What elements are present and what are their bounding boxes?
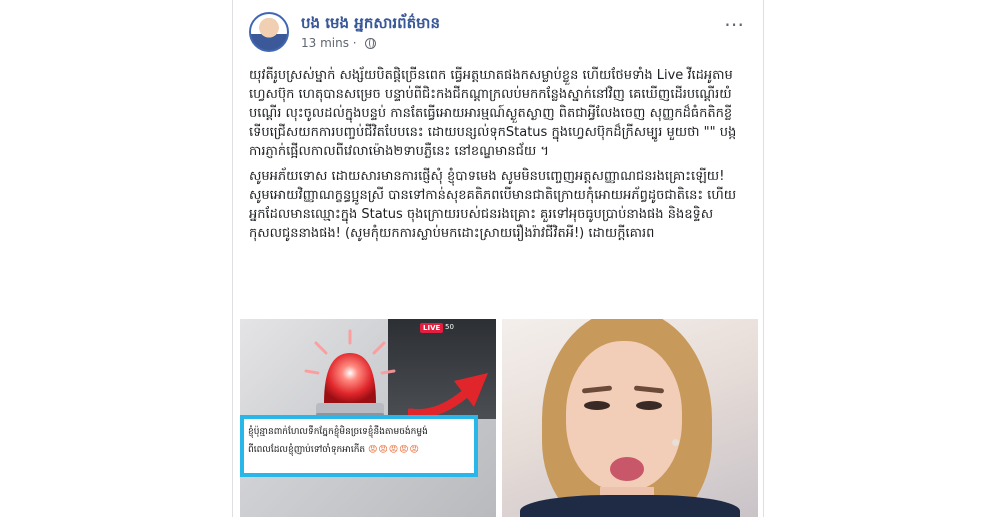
post-paragraph: យុវតីរូបស្រស់ម្នាក់ សង្ស័យបិតផ្ដិច្រើនពេ…: [249, 68, 737, 159]
portrait-eye: [584, 401, 610, 410]
post-body: យុវតីរូបស្រស់ម្នាក់ សង្ស័យបិតផ្ដិច្រើនពេ…: [249, 66, 749, 249]
author-name[interactable]: បង មេង អ្នកសារព័ត៌មាន: [301, 14, 440, 36]
portrait-lips: [610, 457, 644, 481]
options-icon[interactable]: ⋯: [724, 12, 745, 36]
siren-icon: [304, 329, 396, 419]
portrait-jacket: [520, 495, 740, 517]
post-header: បង មេង អ្នកសារព័ត៌មាន 13 mins · ⋯: [249, 12, 751, 56]
photo-portrait[interactable]: [502, 319, 758, 517]
screenshot-line: ខ្ញុំប៉ុន្មានពាក់ហែលទឹកភ្នែកខ្ញុំមិនច្រទ…: [248, 427, 428, 437]
viewer-count: 50: [445, 323, 454, 331]
author-avatar[interactable]: [249, 12, 289, 52]
screenshot-line-2: ពីពេលដែលខ្ញុំញាប់ទៅចាំទុកអាកើត 😡😡😡😡😡: [248, 441, 470, 459]
live-badge: LIVE: [420, 323, 444, 333]
meta-separator: ·: [352, 36, 361, 50]
globe-icon[interactable]: [365, 38, 377, 49]
photo-live-screenshot[interactable]: LIVE 50 ខ្ញុំប៉ុន្មានពាក់ហែលទឹកភ្នែកខ្ញុ…: [240, 319, 496, 517]
portrait-eye: [636, 401, 662, 410]
status-screenshot: ខ្ញុំប៉ុន្មានពាក់ហែលទឹកភ្នែកខ្ញុំមិនច្រទ…: [240, 415, 478, 477]
post-meta: 13 mins ·: [301, 36, 377, 50]
post-paragraph: សូមអភ័យទោស ដោយសារមានការផ្ញើសុំ ខ្ញុំបាទម…: [249, 169, 737, 241]
facebook-post: បង មេង អ្នកសារព័ត៌មាន 13 mins · ⋯ យុវតីរ…: [232, 0, 764, 517]
post-timestamp[interactable]: 13 mins: [301, 36, 349, 50]
screenshot-line: ពីពេលដែលខ្ញុំញាប់ទៅចាំទុកអាកើត: [248, 445, 366, 455]
angry-emoji-row: 😡😡😡😡😡: [368, 445, 420, 455]
post-media-gallery: LIVE 50 ខ្ញុំប៉ុន្មានពាក់ហែលទឹកភ្នែកខ្ញុ…: [240, 319, 758, 517]
portrait-earring: [672, 439, 679, 446]
